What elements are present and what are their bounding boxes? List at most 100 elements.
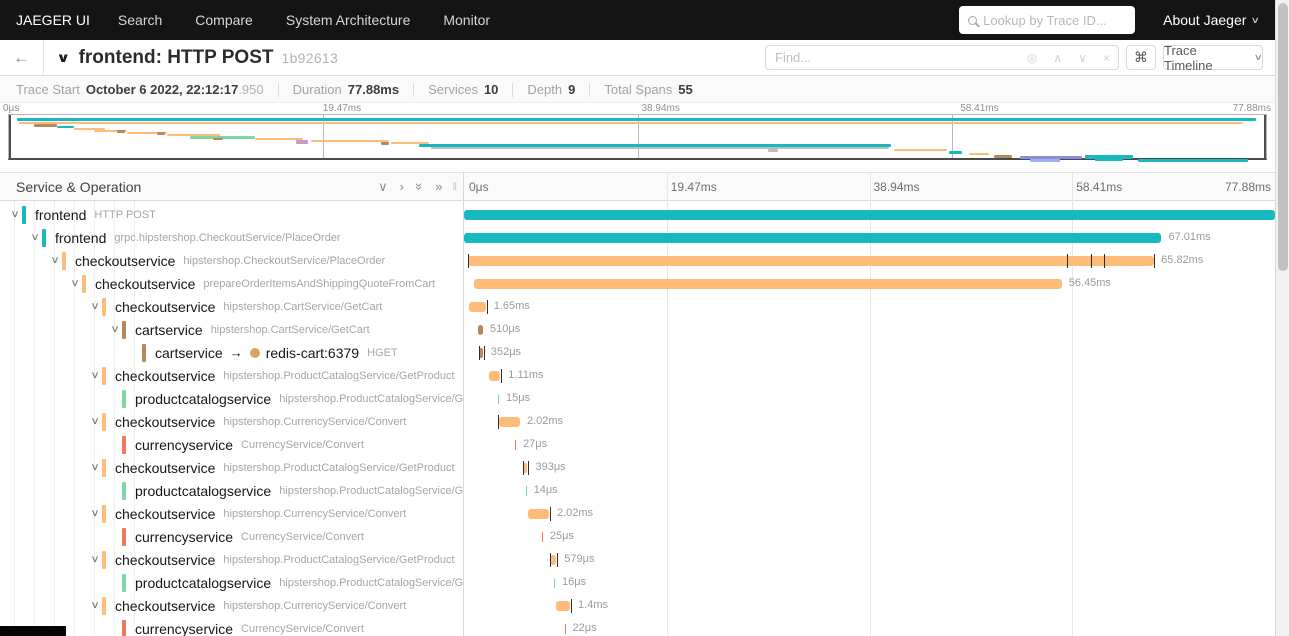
span-duration-bar[interactable] xyxy=(473,279,1062,289)
span-bar-row[interactable]: 25μs xyxy=(464,525,1275,548)
span-duration-bar[interactable] xyxy=(498,394,500,404)
span-duration-bar[interactable] xyxy=(554,578,556,588)
next-match-icon[interactable]: ∨ xyxy=(1070,51,1095,65)
row-collapse-icon[interactable]: ∨ xyxy=(86,554,104,565)
row-collapse-icon[interactable]: ∨ xyxy=(86,600,104,611)
page-scrollbar[interactable] xyxy=(1275,0,1289,636)
span-tree-row[interactable]: ∨ checkoutservice hipstershop.CheckoutServ… xyxy=(0,249,463,272)
trace-view-select[interactable]: Trace Timeline ∨ xyxy=(1163,43,1263,73)
trace-lookup[interactable] xyxy=(959,6,1136,34)
span-tree-row[interactable]: ∨ cartservice hipstershop.CartService/GetC… xyxy=(0,318,463,341)
span-duration-bar[interactable] xyxy=(549,555,557,565)
span-bar-row[interactable]: 2.02ms xyxy=(464,410,1275,433)
row-collapse-icon[interactable]: ∨ xyxy=(66,278,84,289)
span-duration-bar[interactable] xyxy=(479,348,484,358)
span-duration-bar[interactable] xyxy=(564,624,566,634)
prev-match-icon[interactable]: ∧ xyxy=(1045,51,1070,65)
row-collapse-icon[interactable]: ∨ xyxy=(86,462,104,473)
row-collapse-icon[interactable]: ∨ xyxy=(86,508,104,519)
span-tree-row[interactable]: ∨ checkoutservice hipstershop.CurrencyServ… xyxy=(0,594,463,617)
span-tree-row[interactable]: ∨ checkoutservice hipstershop.CurrencyServ… xyxy=(0,502,463,525)
span-bar-row[interactable]: 67.01ms xyxy=(464,226,1275,249)
span-tree-row[interactable]: ∨ frontend HTTP POST xyxy=(0,203,463,226)
back-button[interactable]: ← xyxy=(0,40,44,75)
span-duration-bar[interactable] xyxy=(468,302,486,312)
span-bar-row[interactable]: 2.02ms xyxy=(464,502,1275,525)
minimap-span xyxy=(431,147,889,149)
span-tree-row[interactable]: cartservice → redis-cart:6379 HGET xyxy=(0,341,463,364)
span-duration-bar[interactable] xyxy=(489,371,501,381)
span-duration-bar[interactable] xyxy=(477,325,484,335)
span-tree-row[interactable]: ∨ checkoutservice hipstershop.ProductCatal… xyxy=(0,548,463,571)
span-bar-row[interactable]: 56.45ms xyxy=(464,272,1275,295)
span-tree-row[interactable]: ∨ checkoutservice hipstershop.CurrencyServ… xyxy=(0,410,463,433)
span-duration-label: 1.11ms xyxy=(508,369,544,381)
span-bar-row[interactable]: 1.65ms xyxy=(464,295,1275,318)
row-collapse-icon[interactable]: ∨ xyxy=(46,255,64,266)
span-duration-bar[interactable] xyxy=(464,210,1275,220)
find-input[interactable] xyxy=(766,50,1019,65)
nav-item-monitor[interactable]: Monitor xyxy=(443,12,490,28)
expand-one-icon[interactable]: › xyxy=(400,180,404,193)
keyboard-shortcuts-button[interactable]: ⌘ xyxy=(1126,45,1156,70)
span-tree-row[interactable]: ∨ checkoutservice hipstershop.CartService/… xyxy=(0,295,463,318)
row-collapse-icon[interactable]: ∨ xyxy=(6,209,24,220)
clear-find-icon[interactable]: × xyxy=(1095,51,1118,65)
collapse-one-icon[interactable]: ∨ xyxy=(378,180,388,193)
span-tree-row[interactable]: ∨ checkoutservice prepareOrderItemsAndShip… xyxy=(0,272,463,295)
nav-item-compare[interactable]: Compare xyxy=(195,12,253,28)
viewport-right-handle[interactable] xyxy=(1264,115,1266,158)
span-duration-bar[interactable] xyxy=(528,509,550,519)
span-bar-row[interactable]: 393μs xyxy=(464,456,1275,479)
app-logo[interactable]: JAEGER UI xyxy=(16,12,90,28)
about-jaeger-menu[interactable]: About Jaeger ∨ xyxy=(1163,12,1260,28)
row-collapse-icon[interactable]: ∨ xyxy=(86,370,104,381)
span-bar-row[interactable]: 1.11ms xyxy=(464,364,1275,387)
span-duration-bar[interactable] xyxy=(541,532,544,542)
span-duration-bar[interactable] xyxy=(468,256,1155,266)
column-resizer-grip[interactable]: ‖ xyxy=(452,181,457,193)
focus-match-icon[interactable]: ◎ xyxy=(1019,51,1045,65)
span-duration-bar[interactable] xyxy=(498,417,520,427)
span-bar-row[interactable]: 27μs xyxy=(464,433,1275,456)
span-bar-row[interactable]: 510μs xyxy=(464,318,1275,341)
span-tree-row[interactable]: ∨ frontend grpc.hipstershop.CheckoutServic… xyxy=(0,226,463,249)
span-bar-row[interactable]: 65.82ms xyxy=(464,249,1275,272)
row-collapse-icon[interactable]: ∨ xyxy=(106,324,124,335)
nav-item-system-architecture[interactable]: System Architecture xyxy=(286,12,411,28)
span-bar-row[interactable]: 22μs xyxy=(464,617,1275,636)
span-duration-label: 1.65ms xyxy=(493,300,530,312)
collapse-trace-icon[interactable]: ∨ xyxy=(56,50,70,66)
span-tree-row[interactable]: productcatalogservice hipstershop.Product… xyxy=(0,479,463,502)
row-collapse-icon[interactable]: ∨ xyxy=(26,232,44,243)
span-tree-row[interactable]: currencyservice CurrencyService/Convert xyxy=(0,433,463,456)
span-tree-row[interactable]: ∨ checkoutservice hipstershop.ProductCatal… xyxy=(0,456,463,479)
span-bar-row[interactable]: 14μs xyxy=(464,479,1275,502)
scrollbar-thumb[interactable] xyxy=(1278,3,1288,271)
span-bar-row[interactable] xyxy=(464,203,1275,226)
span-tree-row[interactable]: productcatalogservice hipstershop.Product… xyxy=(0,387,463,410)
span-duration-bar[interactable] xyxy=(525,486,527,496)
span-duration-bar[interactable] xyxy=(464,233,1162,243)
span-tree-row[interactable]: currencyservice CurrencyService/Convert xyxy=(0,525,463,548)
span-bar-row[interactable]: 1.4ms xyxy=(464,594,1275,617)
span-bar-row[interactable]: 15μs xyxy=(464,387,1275,410)
span-tree-row[interactable]: ∨ checkoutservice hipstershop.ProductCatal… xyxy=(0,364,463,387)
span-tree-row[interactable]: currencyservice CurrencyService/Convert xyxy=(0,617,463,636)
span-bar-row[interactable]: 579μs xyxy=(464,548,1275,571)
collapse-all-icon[interactable]: » xyxy=(412,183,427,190)
trace-lookup-input[interactable] xyxy=(983,12,1127,28)
span-duration-bar[interactable] xyxy=(555,601,571,611)
minimap-span xyxy=(117,129,125,133)
nav-item-search[interactable]: Search xyxy=(118,12,162,28)
expand-all-icon[interactable]: » xyxy=(435,180,442,193)
span-bar-row[interactable]: 16μs xyxy=(464,571,1275,594)
span-duration-bar[interactable] xyxy=(515,440,517,450)
viewport-left-handle[interactable] xyxy=(9,115,11,158)
span-tree-row[interactable]: productcatalogservice hipstershop.Product… xyxy=(0,571,463,594)
log-marker xyxy=(549,507,551,521)
row-collapse-icon[interactable]: ∨ xyxy=(86,301,104,312)
trace-minimap[interactable] xyxy=(8,114,1267,162)
row-collapse-icon[interactable]: ∨ xyxy=(86,416,104,427)
span-bar-row[interactable]: 352μs xyxy=(464,341,1275,364)
